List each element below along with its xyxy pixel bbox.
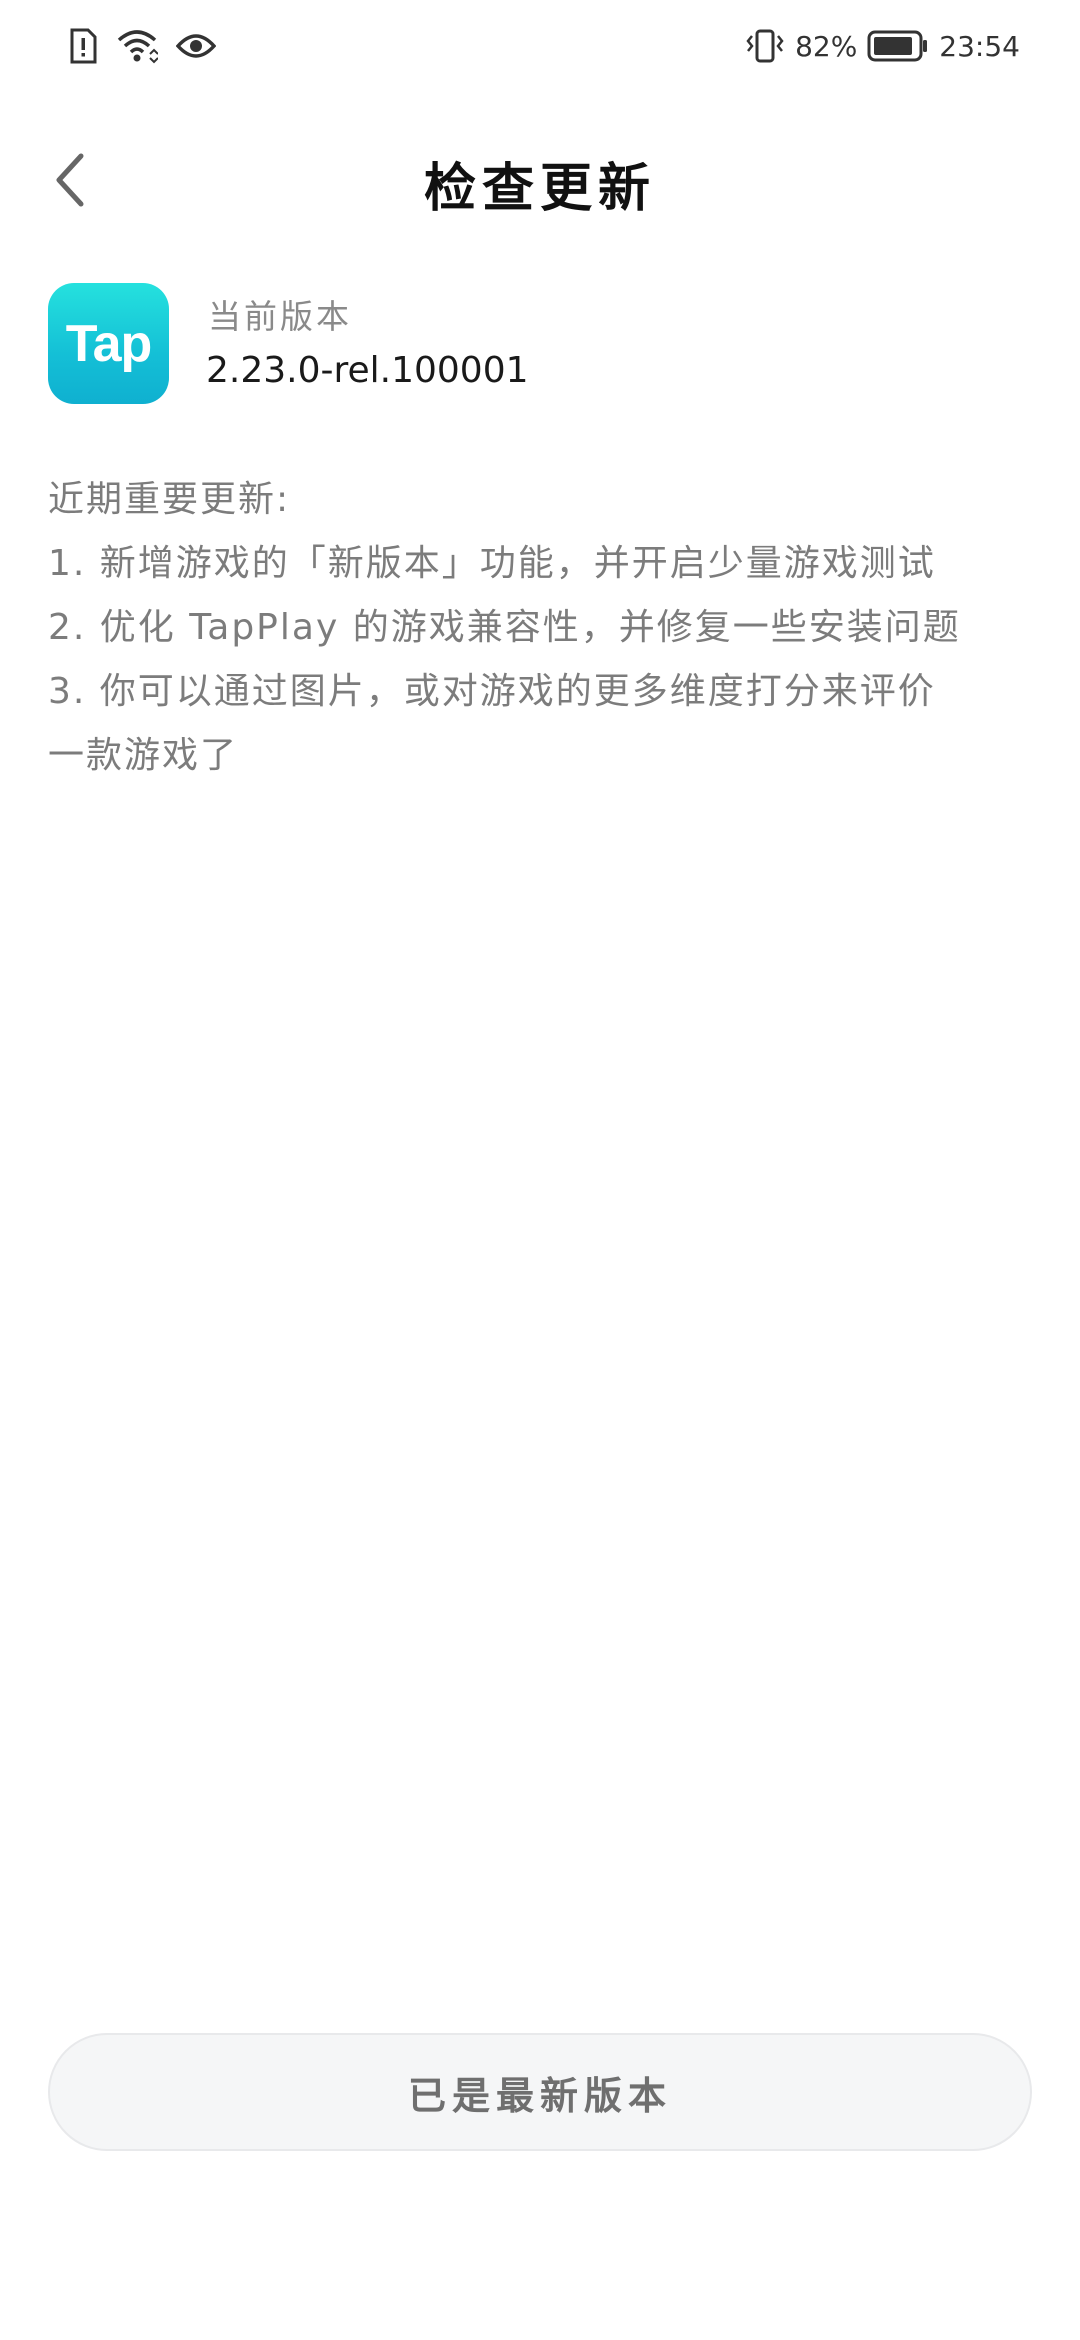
current-version-label: 当前版本 — [208, 297, 352, 336]
release-note-line: 一款游戏了 — [48, 735, 239, 776]
status-time: 23:54 — [939, 29, 1020, 63]
status-icons-right: 82% 23:54 — [745, 26, 1020, 66]
release-note-line: 2. 优化 TapPlay 的游戏兼容性，并修复一些安装问题 — [48, 607, 961, 648]
status-icons-left — [68, 26, 216, 66]
eye-icon — [176, 31, 216, 61]
page-title: 检查更新 — [423, 158, 656, 219]
battery-percent: 82% — [795, 29, 858, 63]
release-notes-heading: 近期重要更新: — [48, 479, 291, 520]
app-icon: Tap — [48, 283, 169, 404]
release-note-line: 1. 新增游戏的「新版本」功能，并开启少量游戏测试 — [48, 543, 936, 584]
app-icon-label: Tap — [65, 314, 153, 373]
sim-alert-icon — [68, 28, 98, 64]
already-latest-button[interactable]: 已是最新版本 — [48, 2033, 1032, 2151]
status-bar: 82% 23:54 — [0, 0, 1080, 90]
battery-icon — [867, 29, 929, 63]
release-note-line: 3. 你可以通过图片，或对游戏的更多维度打分来评价 — [48, 671, 936, 712]
release-notes: 近期重要更新: 1. 新增游戏的「新版本」功能，并开启少量游戏测试 2. 优化 … — [48, 468, 1038, 788]
header: 检查更新 — [0, 130, 1080, 230]
current-version-value: 2.23.0-rel.100001 — [206, 350, 529, 391]
wifi-icon — [116, 28, 158, 64]
vibrate-icon — [745, 28, 785, 64]
